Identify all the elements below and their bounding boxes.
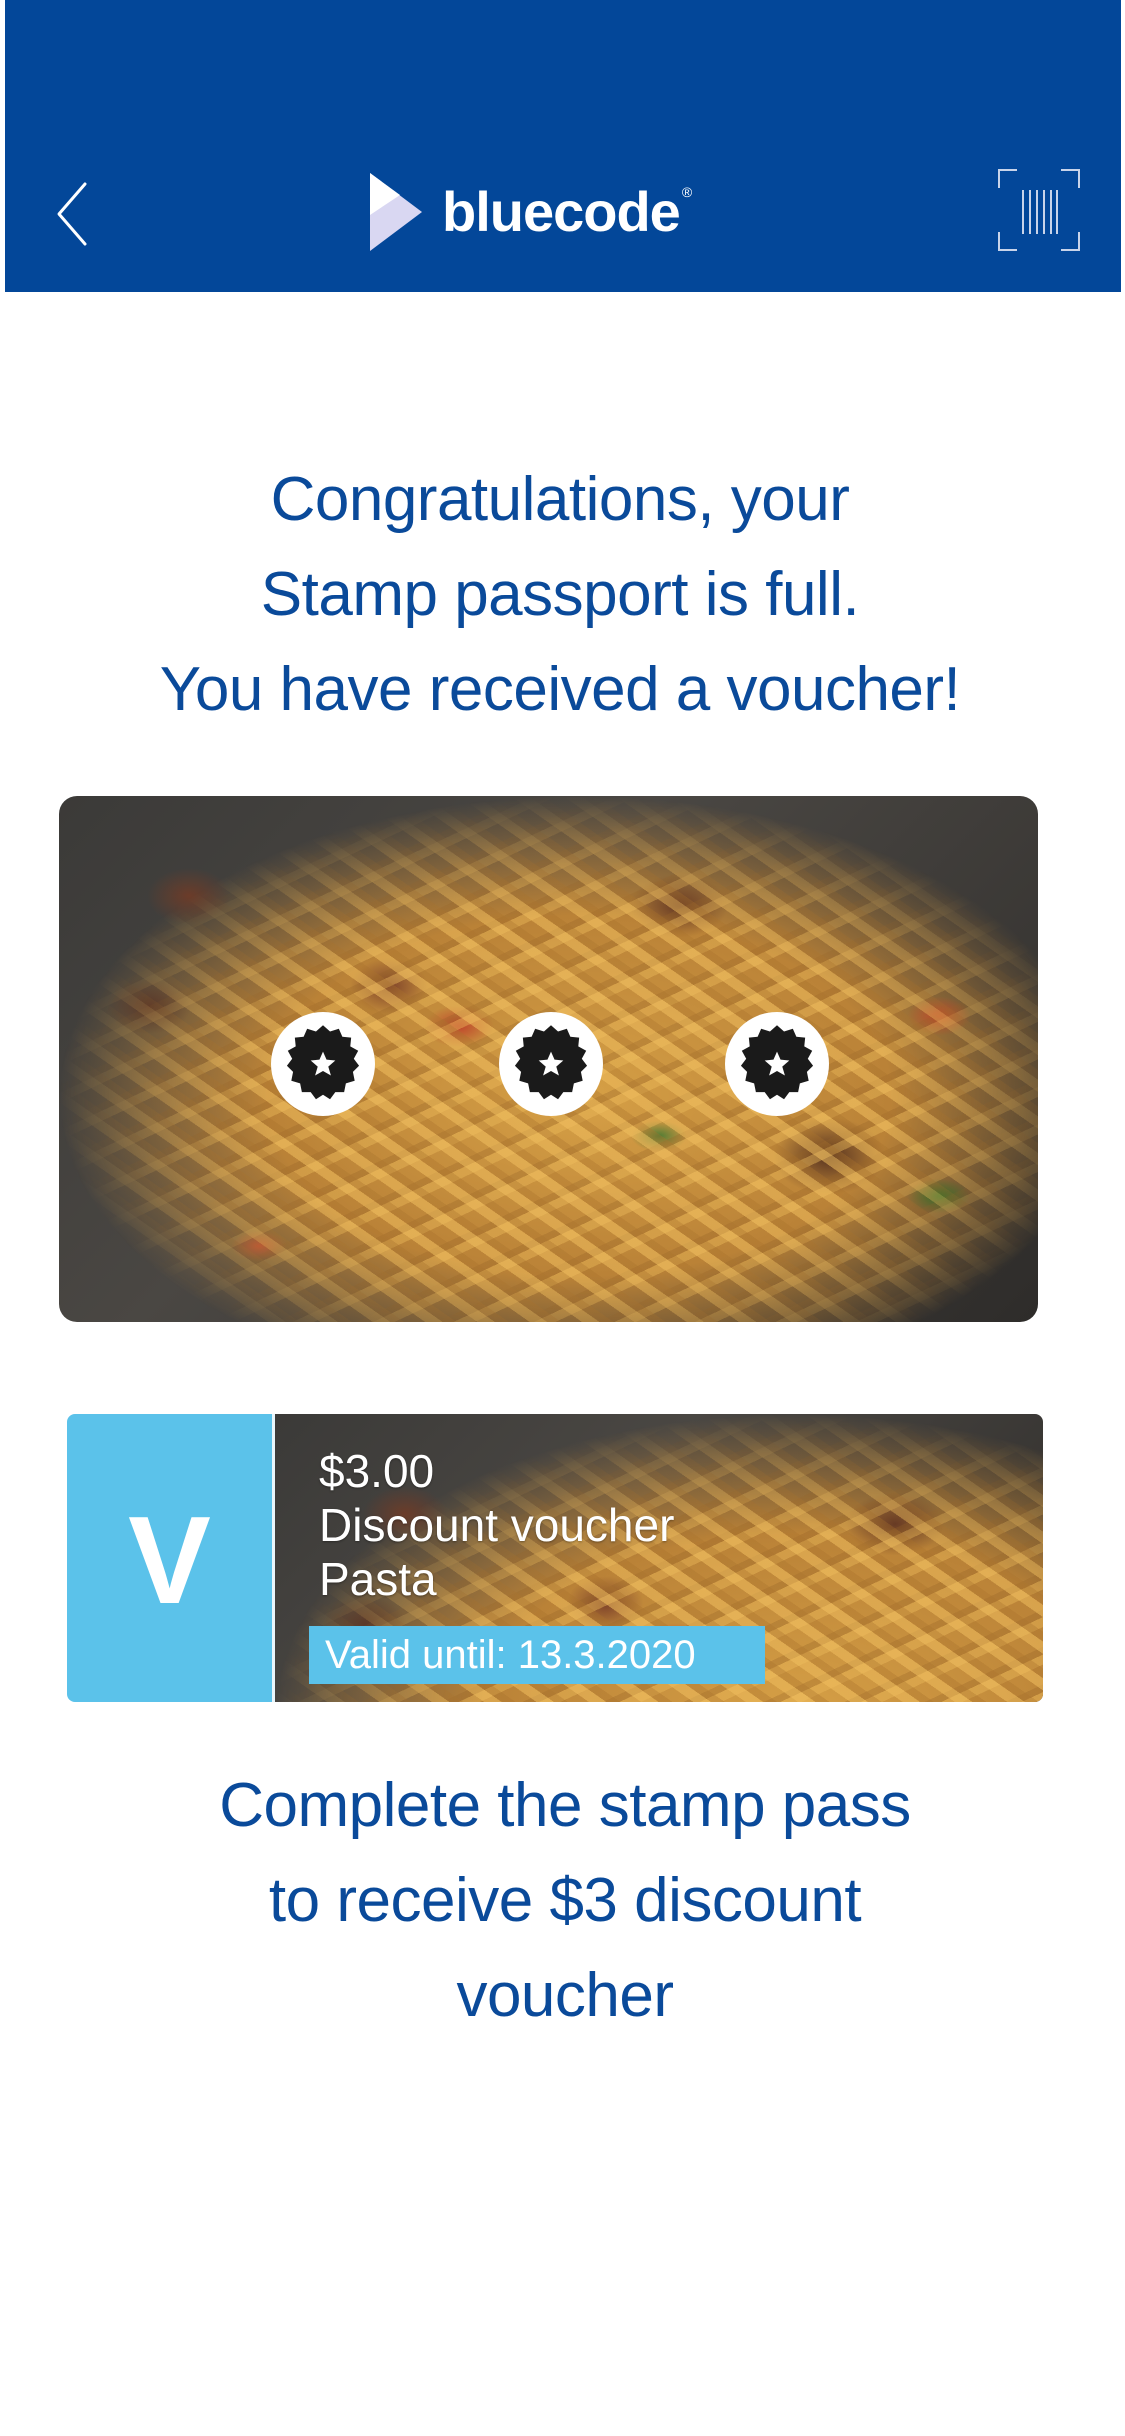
star-seal-icon [514,1025,588,1100]
congratulations-message: Congratulations, your Stamp passport is … [60,452,1060,737]
info-line: Complete the stamp pass [219,1771,911,1840]
bluecode-logo: bluecode ® [370,170,692,254]
bluecode-play-mark-icon [370,173,422,251]
stamp-filled [725,1012,829,1116]
stamp-filled [271,1012,375,1116]
brand-name: bluecode [442,180,681,243]
voucher-badge: V [67,1414,275,1702]
back-button[interactable] [49,176,99,252]
stamp-card [59,796,1038,1322]
headline-line: You have received a voucher! [159,655,961,724]
chevron-left-icon [57,182,87,246]
headline-line: Stamp passport is full. [260,560,860,629]
voucher-amount: $3.00 [319,1445,435,1497]
info-line: voucher [456,1961,674,2030]
scan-barcode-button[interactable] [997,168,1081,252]
headline-line: Congratulations, your [270,465,850,534]
star-seal-icon [740,1025,814,1100]
stamp-passport-screen: bluecode ® Congratulations, your Stamp p… [0,0,1125,2436]
info-line: to receive $3 discount [268,1866,862,1935]
app-header: bluecode ® [5,0,1121,292]
voucher-details: $3.00 Discount voucher Pasta Valid until… [275,1414,1043,1702]
star-seal-icon [286,1025,360,1100]
stamp-pass-info: Complete the stamp pass to receive $3 di… [60,1758,1070,2043]
voucher-product: Pasta [319,1553,437,1605]
discount-voucher-card[interactable]: V $3.00 Discount voucher Pasta Valid unt… [67,1414,1043,1702]
barcode-scan-icon [998,169,1080,251]
voucher-type: Discount voucher [319,1499,675,1551]
voucher-valid-until: Valid until: 13.3.2020 [309,1626,765,1684]
voucher-badge-letter: V [128,1492,211,1630]
registered-mark: ® [681,184,693,200]
stamp-filled [499,1012,603,1116]
